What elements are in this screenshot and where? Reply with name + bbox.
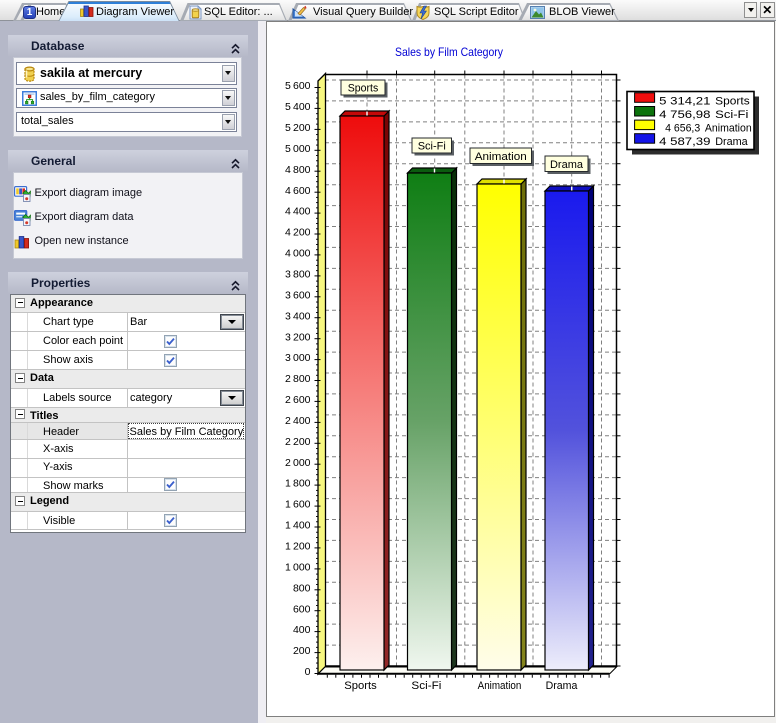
svg-text:3 200: 3 200 — [285, 331, 311, 343]
svg-text:2 000: 2 000 — [285, 457, 311, 469]
svg-text:0: 0 — [305, 666, 311, 678]
svg-text:2 800: 2 800 — [285, 373, 311, 385]
svg-text:Sci-Fi: Sci-Fi — [418, 141, 446, 153]
svg-text:Drama: Drama — [715, 136, 748, 148]
svg-text:1 800: 1 800 — [285, 478, 311, 490]
svg-text:Drama: Drama — [550, 159, 584, 171]
svg-text:Sports: Sports — [715, 95, 750, 107]
svg-text:5 000: 5 000 — [285, 143, 311, 155]
svg-text:2 200: 2 200 — [285, 436, 311, 448]
svg-text:5 400: 5 400 — [285, 101, 311, 113]
svg-text:3 400: 3 400 — [285, 310, 311, 322]
svg-text:3 600: 3 600 — [285, 289, 311, 301]
svg-text:800: 800 — [293, 582, 311, 594]
svg-text:400: 400 — [293, 624, 311, 636]
svg-text:Animation: Animation — [475, 151, 527, 163]
svg-text:1 400: 1 400 — [285, 520, 311, 532]
svg-text:4 756,98: 4 756,98 — [659, 109, 710, 121]
svg-text:Animation: Animation — [478, 680, 522, 692]
svg-text:5 314,21: 5 314,21 — [659, 95, 710, 107]
svg-text:2 600: 2 600 — [285, 394, 311, 406]
svg-text:4 800: 4 800 — [285, 164, 311, 176]
svg-text:Sports: Sports — [348, 83, 379, 95]
svg-text:4 000: 4 000 — [285, 248, 311, 260]
svg-text:3 000: 3 000 — [285, 352, 311, 364]
svg-text:200: 200 — [293, 645, 311, 657]
svg-text:Sports: Sports — [344, 680, 377, 692]
svg-text:Sci-Fi: Sci-Fi — [715, 109, 748, 121]
svg-text:1 600: 1 600 — [285, 499, 311, 511]
svg-text:1 200: 1 200 — [285, 541, 311, 553]
svg-text:1 000: 1 000 — [285, 562, 311, 574]
svg-text:Sales by Film Category: Sales by Film Category — [395, 45, 503, 59]
svg-text:5 600: 5 600 — [285, 80, 311, 92]
svg-text:4 400: 4 400 — [285, 206, 311, 218]
svg-text:600: 600 — [293, 603, 311, 615]
svg-text:Drama: Drama — [546, 680, 579, 692]
svg-text:4 656,3: 4 656,3 — [665, 123, 700, 135]
svg-text:4 200: 4 200 — [285, 227, 311, 239]
svg-text:4 600: 4 600 — [285, 185, 311, 197]
svg-text:2 400: 2 400 — [285, 415, 311, 427]
svg-text:4 587,39: 4 587,39 — [659, 136, 710, 148]
svg-text:Sci-Fi: Sci-Fi — [411, 680, 441, 692]
svg-text:3 800: 3 800 — [285, 269, 311, 281]
svg-text:5 200: 5 200 — [285, 122, 311, 134]
svg-text:Animation: Animation — [705, 123, 752, 135]
